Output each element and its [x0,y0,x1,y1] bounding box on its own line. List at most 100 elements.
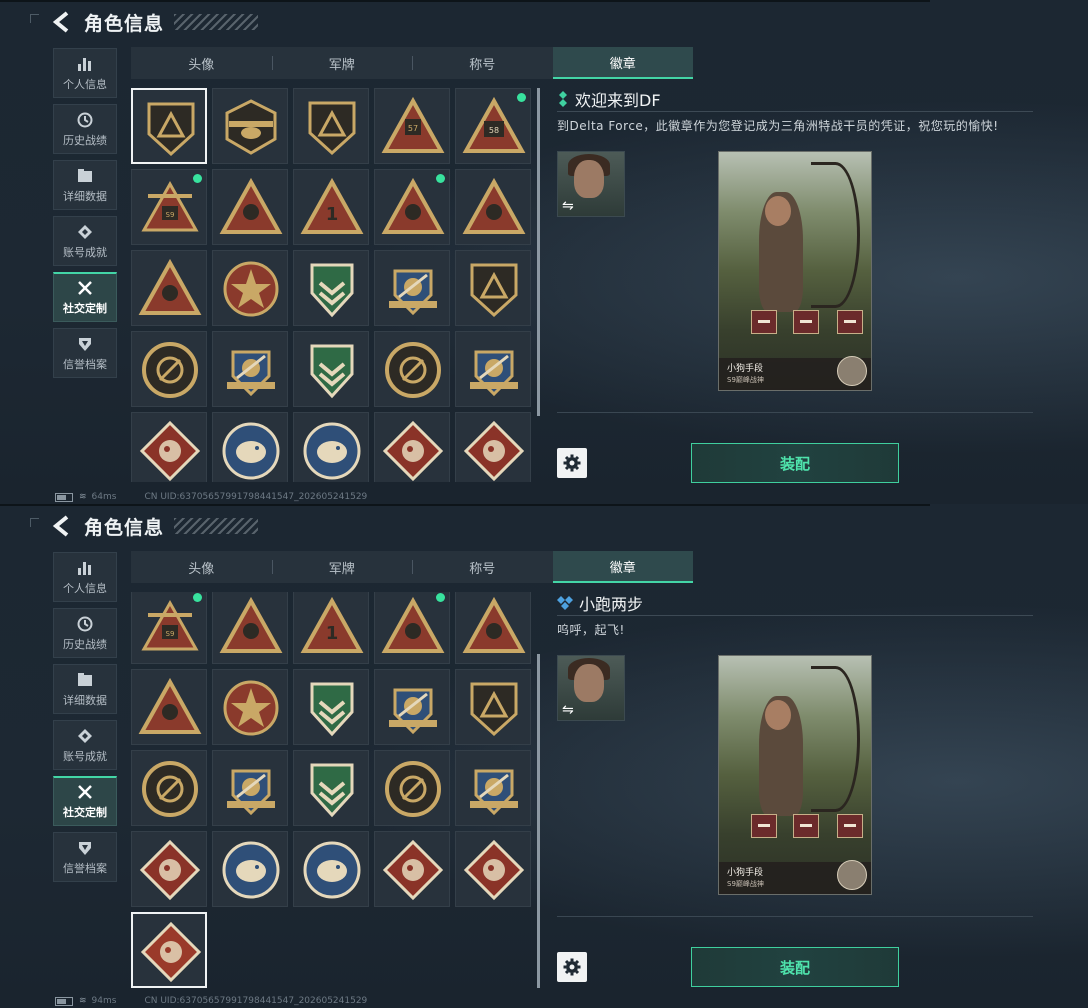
tab-dogtag[interactable]: 军牌 [271,551,413,583]
badge-cell[interactable] [212,169,288,245]
sidebar-item-personal-info[interactable]: 个人信息 [53,552,117,602]
sidebar-item-social[interactable]: 社交定制 [53,272,117,322]
badge-cell[interactable] [455,750,531,826]
badge-cell[interactable] [455,831,531,907]
badge-cell[interactable] [374,250,450,326]
sidebar-item-details[interactable]: 详细数据 [53,160,117,210]
card-badge-slot[interactable] [793,814,819,838]
tab-title[interactable]: 称号 [412,47,553,79]
back-button[interactable] [52,11,70,33]
pyramid-shield-badge-icon [147,102,195,157]
badge-cell[interactable] [212,412,288,482]
star-emblem-badge-icon [223,261,279,317]
scrollbar-thumb[interactable] [537,654,540,988]
badge-cell[interactable] [212,750,288,826]
back-button[interactable] [52,515,70,537]
card-badge-slot[interactable] [837,814,863,838]
rifle-crest-badge-icon [227,769,275,816]
badge-cell[interactable] [455,169,531,245]
sidebar-item-personal-info[interactable]: 个人信息 [53,48,117,98]
badge-detail: 欢迎来到DF 到Delta Force，此徽章作为您登记成为三角洲特战干员的凭证… [557,88,1033,483]
badge-cell[interactable] [212,250,288,326]
badge-cell[interactable] [131,331,207,407]
badge-cell[interactable] [374,412,450,482]
badge-cell[interactable] [374,750,450,826]
player-avatar[interactable]: ⇋ [557,655,625,721]
badge-cell[interactable] [212,331,288,407]
badge-cell[interactable] [131,669,207,745]
badge-cell[interactable]: S9 [131,169,207,245]
tab-badge[interactable]: 徽章 [552,47,693,79]
wifi-icon: ≋ [79,996,87,1006]
badge-cell[interactable]: S9 [131,592,207,664]
wolf-diamond-badge-icon [139,420,201,482]
sidebar-item-reputation[interactable]: 信誉档案 [53,328,117,378]
card-badge-slot[interactable] [751,310,777,334]
sidebar-item-social[interactable]: 社交定制 [53,776,117,826]
equip-button[interactable]: 装配 [691,947,899,987]
badge-cell[interactable] [212,831,288,907]
equip-button[interactable]: 装配 [691,443,899,483]
badge-cell[interactable] [131,831,207,907]
tab-dogtag[interactable]: 军牌 [271,47,413,79]
gear-icon [563,958,581,976]
diamond-icon [76,223,94,241]
back-arrow-icon [52,515,69,537]
uid-text: CN UID:637056579917984415​47_20260524152… [144,996,368,1006]
badge-cell[interactable]: 58 [455,88,531,164]
player-avatar[interactable]: ⇋ [557,151,625,217]
badge-cell[interactable] [293,331,369,407]
card-badge-slot[interactable] [837,310,863,334]
badge-cell[interactable] [212,592,288,664]
badge-cell[interactable] [455,592,531,664]
sidebar-item-history[interactable]: 历史战绩 [53,608,117,658]
badge-cell[interactable] [293,88,369,164]
scrollbar-thumb[interactable] [537,88,540,416]
badge-cell[interactable] [455,250,531,326]
screen-welcome: 角色信息 个人信息 历史战绩 详细数据 账号成就 社交定制 信誉档案 头像 军牌… [0,0,1088,504]
badge-cell[interactable] [212,669,288,745]
badge-scrollbar[interactable] [537,88,540,416]
badge-cell[interactable] [131,88,207,164]
card-bow [811,162,860,308]
card-badge-slot[interactable] [793,310,819,334]
settings-button[interactable] [557,952,587,982]
badge-cell[interactable] [131,750,207,826]
badge-cell[interactable] [293,669,369,745]
badge-cell[interactable] [212,88,288,164]
sidebar-item-history[interactable]: 历史战绩 [53,104,117,154]
badge-scrollbar[interactable] [537,654,540,988]
sidebar-item-reputation[interactable]: 信誉档案 [53,832,117,882]
tab-title[interactable]: 称号 [412,551,553,583]
badge-cell[interactable] [455,331,531,407]
card-badge-slot[interactable] [751,814,777,838]
badge-cell[interactable] [131,412,207,482]
badge-cell[interactable]: 1 [293,592,369,664]
sidebar-item-achievements[interactable]: 账号成就 [53,216,117,266]
badge-cell[interactable] [374,831,450,907]
badge-grid: 57 58 S9 1 [131,88,531,482]
tab-avatar[interactable]: 头像 [131,47,272,79]
badge-cell[interactable] [374,669,450,745]
shield-icon [76,335,94,353]
badge-cell[interactable] [455,412,531,482]
badge-cell[interactable]: 1 [293,169,369,245]
sidebar-item-achievements[interactable]: 账号成就 [53,720,117,770]
badge-cell[interactable] [131,912,207,988]
badge-cell[interactable] [374,592,450,664]
badge-cell[interactable] [455,669,531,745]
badge-cell[interactable] [293,412,369,482]
badge-cell[interactable] [131,250,207,326]
badge-cell[interactable] [293,831,369,907]
badge-cell[interactable] [293,250,369,326]
badge-cell[interactable]: 57 [374,88,450,164]
badge-cell[interactable] [374,169,450,245]
badge-cell[interactable] [293,750,369,826]
badge-cell[interactable] [374,331,450,407]
sidebar-item-details[interactable]: 详细数据 [53,664,117,714]
settings-button[interactable] [557,448,587,478]
lighter-triangle-badge-icon [381,596,445,653]
tab-badge[interactable]: 徽章 [552,551,693,583]
helicopter-badge-icon [225,99,277,155]
tab-avatar[interactable]: 头像 [131,551,272,583]
